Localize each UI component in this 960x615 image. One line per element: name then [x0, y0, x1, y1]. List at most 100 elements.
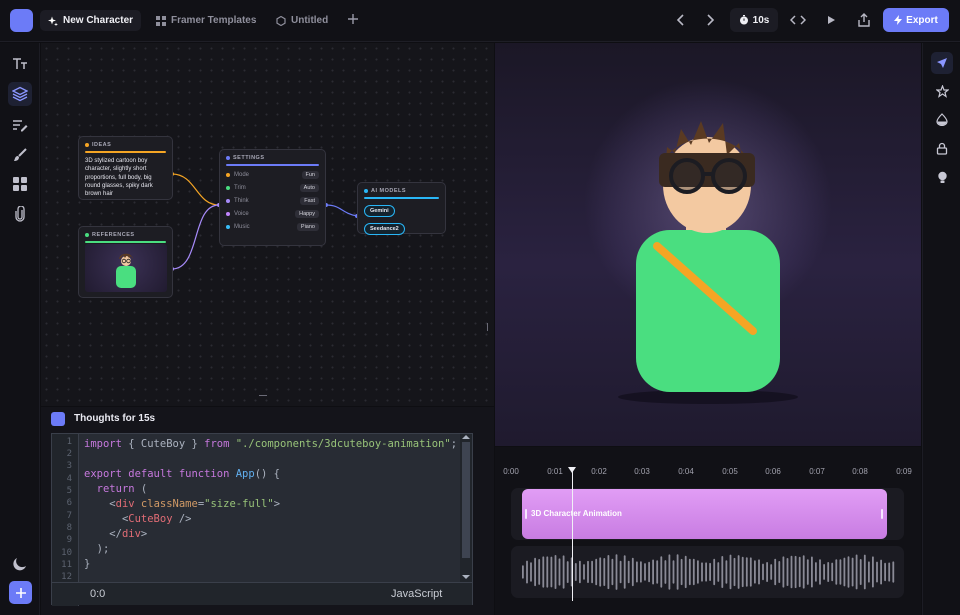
scroll-thumb[interactable] [462, 442, 470, 558]
editor-scrollbar[interactable] [460, 434, 472, 582]
panel-resize-handle[interactable] [487, 323, 488, 331]
star-icon[interactable] [934, 83, 950, 99]
setting-row-voice[interactable]: Voice Happy [220, 207, 325, 220]
references-title: REFERENCES [92, 232, 135, 238]
code-line-3: export default function App() { [84, 468, 280, 480]
ideas-node[interactable]: IDEAS 3D stylized cartoon boy character,… [78, 136, 173, 200]
clip-end-handle[interactable] [881, 509, 883, 519]
line-number: 8 [66, 523, 72, 533]
code-line-4: return ( [84, 483, 148, 495]
ai-models-node[interactable]: AI MODELS Gemini Seedance2 [357, 182, 446, 235]
clip-start-handle[interactable] [525, 509, 527, 519]
duration-button[interactable]: 10s [730, 8, 778, 32]
settings-node[interactable]: SETTINGS Mode Fun Trim Auto Think Fast Voic… [219, 149, 326, 246]
line-number: 10 [61, 548, 72, 558]
waveform-bar [587, 560, 589, 583]
waveform-bar [729, 554, 732, 590]
add-button[interactable] [9, 581, 32, 604]
line-number: 2 [66, 449, 72, 459]
waveform-bar [754, 560, 756, 584]
waveform-bar [676, 554, 679, 590]
paperclip-icon[interactable] [11, 205, 29, 223]
layers-icon[interactable] [8, 82, 32, 106]
code-token: import [84, 438, 122, 450]
language-mode[interactable]: JavaScript [391, 588, 442, 600]
settings-dot [226, 156, 230, 160]
chevron-right-icon[interactable] [702, 12, 718, 28]
waveform-bar [538, 559, 541, 585]
reference-image-thumbnail[interactable] [85, 244, 167, 292]
waveform-bar [737, 555, 740, 589]
setting-key: Voice [234, 210, 249, 217]
code-token: ); [96, 543, 110, 555]
model-gemini[interactable]: Gemini [364, 205, 395, 217]
setting-value[interactable]: Happy [295, 209, 319, 218]
tab-label: Untitled [291, 15, 329, 26]
text-tool-icon[interactable] [11, 55, 29, 73]
setting-row-mode[interactable]: Mode Fun [220, 168, 325, 181]
scroll-up-icon[interactable] [462, 434, 470, 440]
waveform-bar [717, 562, 720, 582]
waveform-bar [819, 559, 821, 585]
waveform-bar [721, 556, 724, 588]
code-token: > [273, 498, 281, 510]
app-logo[interactable] [10, 9, 33, 32]
setting-value[interactable]: Auto [299, 183, 319, 192]
ideas-text[interactable]: 3D stylized cartoon boy character, sligh… [79, 153, 172, 202]
code-line-1: import { CuteBoy } from "./components/3d… [84, 438, 457, 450]
timeline-tick: 0:04 [678, 467, 694, 476]
code-icon[interactable] [790, 12, 806, 28]
export-button[interactable]: Export [883, 8, 949, 32]
tab-untitled[interactable]: Untitled [268, 10, 336, 31]
moon-icon[interactable] [11, 555, 29, 573]
waveform-bar [631, 557, 634, 587]
model-seedance2[interactable]: Seedance2 [364, 223, 405, 235]
node-canvas[interactable]: IDEAS 3D stylized cartoon boy character,… [41, 43, 494, 406]
chevron-left-icon[interactable] [673, 12, 689, 28]
export-label: Export [906, 14, 938, 26]
play-icon[interactable] [823, 12, 839, 28]
waveform-bar [863, 554, 866, 590]
setting-value[interactable]: Fast [300, 196, 319, 205]
setting-row-trim[interactable]: Trim Auto [220, 181, 325, 194]
timeline-tick: 0:09 [896, 467, 912, 476]
grid-icon[interactable] [11, 175, 29, 193]
audio-track[interactable] [511, 546, 904, 598]
tab-framer-templates[interactable]: Framer Templates [148, 10, 264, 31]
code-token: export default function [84, 468, 230, 480]
line-number: 7 [66, 511, 72, 521]
brush-icon[interactable] [11, 146, 29, 164]
code-editor[interactable]: 1 2 3 4 5 6 7 8 9 10 11 12 import { Cute… [51, 433, 473, 606]
settings-title: SETTINGS [233, 155, 265, 161]
line-number: 4 [66, 474, 72, 484]
setting-row-music[interactable]: Music Piano [220, 220, 325, 233]
waveform-bar [749, 557, 752, 587]
waveform-bar [815, 562, 817, 582]
waveform-bar [892, 561, 895, 583]
share-icon[interactable] [856, 12, 872, 28]
canvas-resize-handle[interactable] [259, 395, 267, 396]
setting-row-think[interactable]: Think Fast [220, 194, 325, 207]
cursor-icon[interactable] [931, 52, 953, 74]
prompt-edit-icon[interactable] [11, 116, 29, 134]
playhead[interactable] [568, 467, 576, 601]
scroll-down-icon[interactable] [462, 574, 470, 580]
setting-value[interactable]: Piano [296, 222, 319, 231]
line-number: 12 [61, 572, 72, 582]
waveform-bar [692, 558, 695, 586]
lightbulb-icon[interactable] [934, 169, 950, 185]
bolt-icon [894, 15, 903, 25]
references-node[interactable]: REFERENCES [78, 226, 173, 298]
character-preview[interactable] [495, 43, 921, 446]
drop-icon[interactable] [934, 111, 950, 127]
setting-value[interactable]: Fun [301, 170, 319, 179]
code-token: ( [134, 483, 148, 495]
waveform-bar [847, 556, 850, 588]
waveform-bar [566, 561, 569, 583]
tab-new-character[interactable]: New Character [40, 10, 142, 31]
references-accent-bar [85, 241, 166, 243]
add-tab-icon[interactable] [346, 12, 360, 26]
lock-icon[interactable] [934, 140, 950, 156]
playhead-handle[interactable] [568, 467, 576, 473]
animation-clip[interactable]: 3D Character Animation [522, 489, 887, 539]
